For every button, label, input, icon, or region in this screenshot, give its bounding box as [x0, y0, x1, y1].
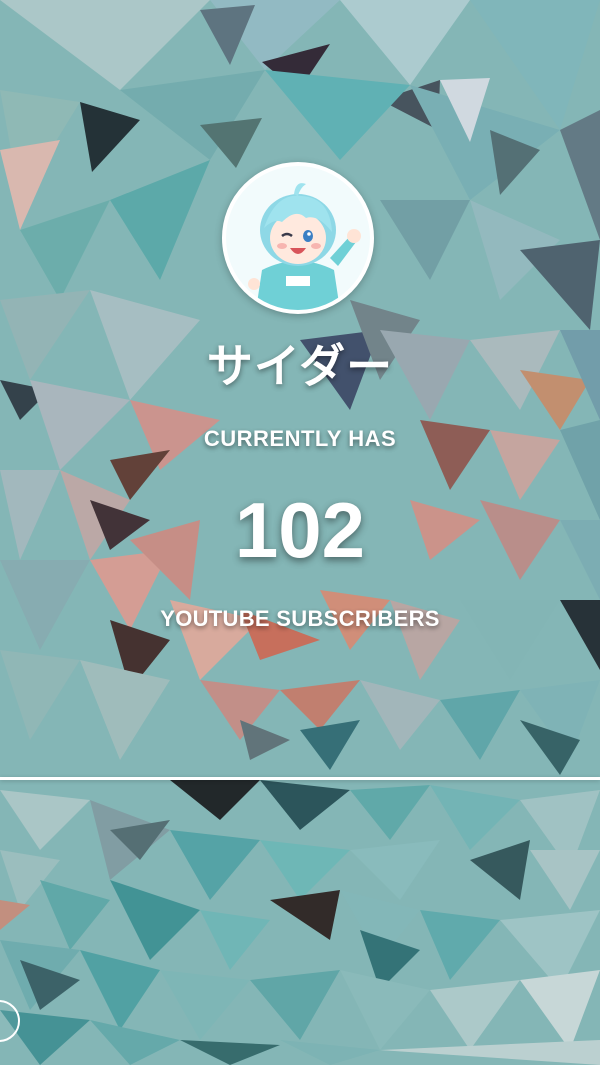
divider-line	[0, 777, 600, 780]
subscriber-counter-screen: サイダー CURRENTLY HAS 102 YOUTUBE SUBSCRIBE…	[0, 0, 600, 1065]
currently-has-label: CURRENTLY HAS	[203, 426, 397, 451]
youtube-subscribers-label: YOUTUBE SUBSCRIBERS	[160, 606, 440, 631]
channel-avatar	[222, 162, 374, 314]
subscriber-count: 102	[234, 486, 366, 574]
channel-name: サイダー	[206, 339, 394, 393]
anime-character-icon	[226, 166, 370, 310]
